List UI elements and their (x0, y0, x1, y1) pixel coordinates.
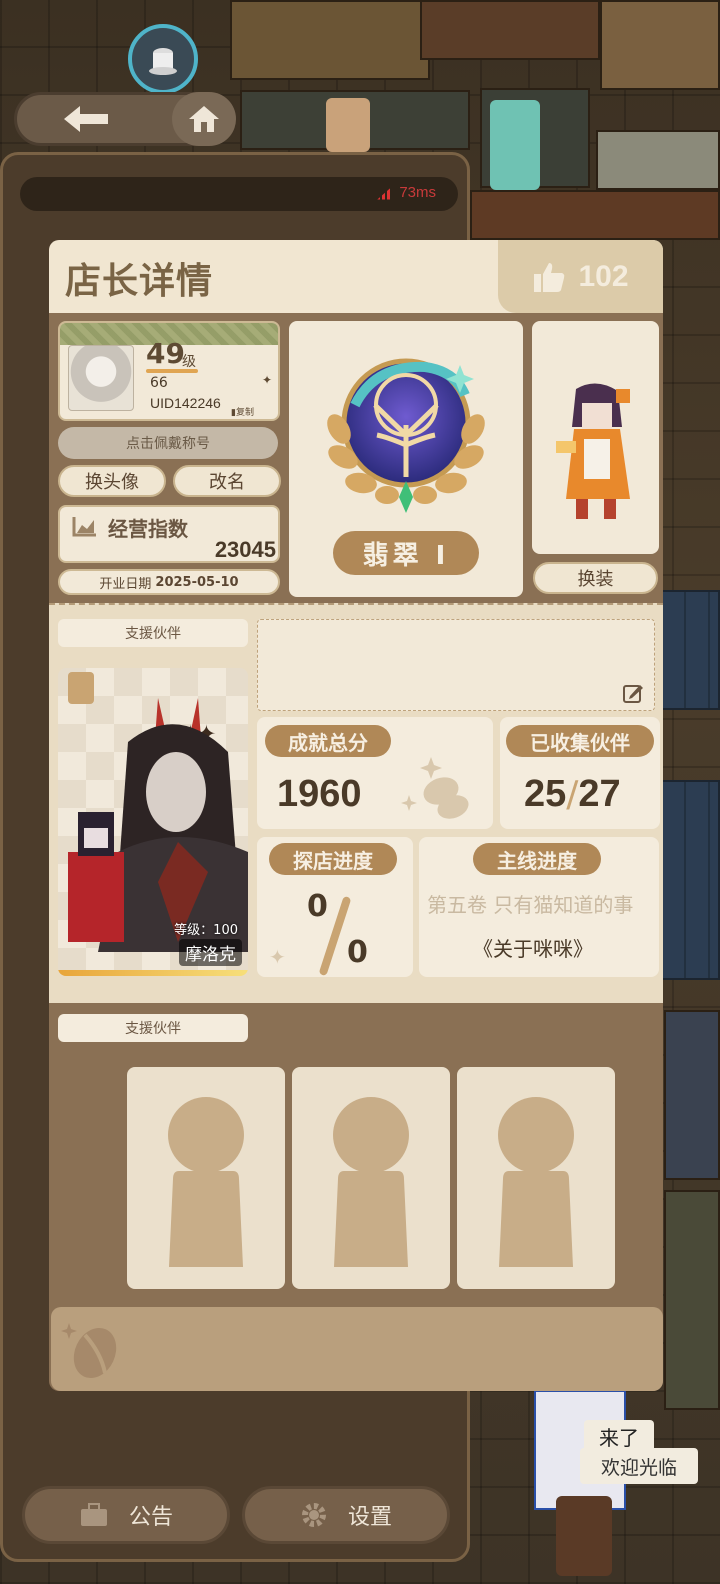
explore-value: 0 (307, 889, 328, 924)
modal-footer (49, 1303, 663, 1391)
business-index-value: 23045 (214, 537, 276, 562)
business-index-label: 经营指数 (108, 517, 188, 541)
story-volume: 第五卷 只有猫知道的事 (427, 893, 634, 917)
collected-label: 已收集伙伴 (506, 725, 654, 757)
character-sprite-icon (556, 383, 630, 519)
edit-icon[interactable] (622, 682, 644, 704)
level-unit: 级 (182, 354, 196, 370)
explore-progress-card: 探店进度 0 0 ✦ (257, 837, 413, 977)
achievement-label: 成就总分 (265, 725, 391, 757)
empty-partner-slot[interactable] (127, 1067, 285, 1289)
collected-ratio: 25 / 27 (524, 773, 621, 816)
empty-silhouette-icon (498, 1097, 574, 1267)
support-partner-card[interactable]: ✦✦✦✦ 等级：100 摩洛克 (58, 668, 248, 976)
change-outfit-button[interactable]: 换装 (533, 562, 658, 594)
like-count: 102 (578, 259, 629, 293)
profile-card: 49 级 66 UID142246 ▮复制 ✦ (58, 321, 280, 421)
ping-value: 73ms (399, 184, 436, 201)
notice-button[interactable]: 公告 (22, 1486, 230, 1544)
empty-silhouette-icon (168, 1097, 244, 1267)
player-uid: UID142246 (150, 395, 221, 411)
copy-label: 复制 (235, 408, 254, 418)
partner-name: 摩洛克 (179, 939, 242, 966)
sparkle-icon: ✦ (261, 373, 272, 387)
explore-label: 探店进度 (269, 843, 397, 875)
partner-rarity-bar (58, 970, 248, 976)
open-date-label: 开业日期 (99, 576, 152, 592)
achievement-value: 1960 (277, 773, 362, 815)
network-status-bar: 73ms (20, 177, 458, 211)
rank-badge-card[interactable]: 翡翠 Ⅰ (289, 321, 523, 597)
arrow-left-icon (64, 106, 108, 132)
chart-icon (72, 517, 96, 537)
open-date-value: 2025-05-10 (155, 574, 239, 590)
sparkle-icon: ✦ (269, 945, 286, 969)
achievement-card: 成就总分 1960 (257, 717, 493, 829)
level-underline (146, 369, 198, 373)
npc-character (556, 1496, 612, 1576)
ratio-slash: / (566, 774, 579, 815)
player-level: 49 (146, 337, 185, 370)
rank-name: 翡翠 Ⅰ (333, 531, 479, 575)
back-button[interactable] (40, 98, 132, 140)
support-partner-slots-section: 支援伙伴 (49, 1003, 663, 1303)
change-avatar-button[interactable]: 换头像 (58, 465, 166, 497)
home-button[interactable] (172, 92, 236, 146)
coffee-bean-icon (61, 1323, 117, 1379)
briefcase-icon (80, 1503, 107, 1526)
signal-icon (377, 185, 394, 200)
avatar[interactable] (68, 345, 134, 411)
story-progress-card: 主线进度 第五卷 只有猫知道的事 《关于咪咪》 (419, 837, 659, 977)
coffee-cup-icon[interactable] (128, 24, 198, 94)
settings-label: 设置 (347, 1505, 392, 1530)
empty-partner-slot[interactable] (457, 1067, 615, 1289)
support-partner-label: 支援伙伴 (58, 619, 248, 647)
thumbs-up-icon (534, 262, 565, 292)
copy-uid-button[interactable]: ▮复制 (231, 405, 254, 418)
story-label: 主线进度 (473, 843, 601, 875)
support-partner-label-2: 支援伙伴 (58, 1014, 248, 1042)
character-outfit-preview[interactable] (532, 321, 659, 554)
collected-partners-card: 已收集伙伴 25 / 27 (500, 717, 660, 829)
rename-button[interactable]: 改名 (173, 465, 281, 497)
like-button[interactable]: 102 (498, 240, 663, 313)
open-date: 开业日期 2025-05-10 (58, 569, 280, 595)
stats-section: 支援伙伴 ✦✦✦✦ 等级：100 摩洛克 成就总分 (49, 603, 663, 1003)
partner-level: 等级：100 (174, 923, 238, 938)
footer-panel (51, 1307, 663, 1391)
player-exp: 66 (150, 375, 168, 391)
signature-note-box[interactable] (257, 619, 655, 711)
npc-character (326, 98, 370, 152)
modal-title: 店长详情 (65, 261, 214, 302)
story-chapter: 《关于咪咪》 (473, 937, 593, 961)
npc-character (490, 100, 540, 190)
home-icon (189, 106, 219, 132)
profile-section: 49 级 66 UID142246 ▮复制 ✦ 点击佩戴称号 换头像 改名 经营… (49, 313, 663, 603)
empty-partner-slot[interactable] (292, 1067, 450, 1289)
settings-button[interactable]: 设置 (242, 1486, 450, 1544)
explore-total: 0 (347, 935, 368, 970)
modal-header: 店长详情 102 (49, 240, 663, 313)
rank-emblem-icon (327, 358, 485, 513)
store-manager-detail-modal: 店长详情 102 49 级 66 UID142246 ▮复制 ✦ 点击佩戴称号 … (49, 240, 663, 1391)
speech-bubble-welcome: 欢迎光临 (580, 1448, 698, 1484)
notice-label: 公告 (128, 1505, 173, 1530)
collected-value: 25 (524, 773, 567, 815)
ping-indicator: 73ms (377, 184, 436, 201)
business-index-card: 经营指数 23045 (58, 505, 280, 563)
partner-portrait-icon (68, 698, 248, 952)
empty-silhouette-icon (333, 1097, 409, 1267)
wear-title-button[interactable]: 点击佩戴称号 (58, 427, 278, 459)
coffee-bean-icon (401, 757, 469, 819)
collected-total: 27 (578, 773, 621, 815)
gear-icon (301, 1503, 326, 1527)
